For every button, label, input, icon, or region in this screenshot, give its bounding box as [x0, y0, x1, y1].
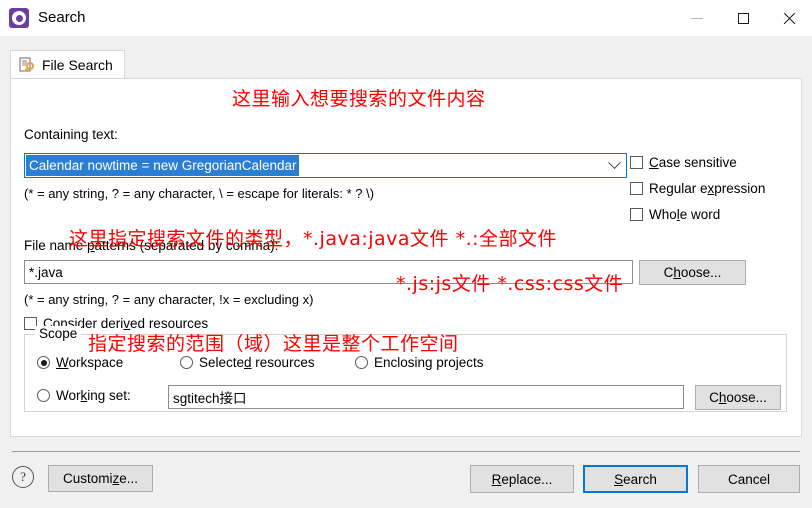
- cancel-label: Cancel: [727, 471, 771, 487]
- file-patterns-hint: (* = any string, ? = any character, !x =…: [24, 292, 314, 307]
- annotation-containing-text: 这里输入想要搜索的文件内容: [232, 88, 486, 110]
- close-button[interactable]: [766, 0, 812, 36]
- tab-strip: File Search: [10, 50, 802, 79]
- working-set-choose-button[interactable]: Choose...: [695, 385, 781, 410]
- window-controls: [674, 0, 812, 36]
- radio-enclosing-projects[interactable]: Enclosing projects: [355, 355, 484, 370]
- minimize-icon: [691, 17, 703, 19]
- minimize-button[interactable]: [674, 0, 720, 36]
- chevron-down-icon[interactable]: [604, 155, 625, 176]
- radio-workspace[interactable]: Workspace: [37, 355, 123, 370]
- customize-button[interactable]: Customize...: [48, 465, 153, 492]
- radio-button[interactable]: [37, 356, 50, 369]
- radio-label: Working set:: [56, 388, 131, 403]
- scope-group-title: Scope: [35, 326, 82, 341]
- checkbox-label: Case sensitive: [649, 155, 737, 170]
- radio-selected-resources[interactable]: Selected resources: [180, 355, 315, 370]
- file-search-icon: [19, 57, 35, 73]
- working-set-value: sgtitech接口: [173, 391, 247, 406]
- checkbox-box[interactable]: [630, 156, 643, 169]
- maximize-button[interactable]: [720, 0, 766, 36]
- radio-label: Selected resources: [199, 355, 315, 370]
- radio-button[interactable]: [37, 389, 50, 402]
- radio-label: Enclosing projects: [374, 355, 484, 370]
- containing-text-combo[interactable]: Calendar nowtime = new GregorianCalendar: [24, 153, 627, 178]
- radio-working-set[interactable]: Working set:: [37, 388, 131, 403]
- footer-separator: [12, 451, 800, 452]
- checkbox-whole-word[interactable]: Whole word: [630, 207, 720, 222]
- annotation-scope: 指定搜索的范围（域）这里是整个工作空间: [88, 333, 459, 355]
- radio-label: Workspace: [56, 355, 124, 370]
- working-set-choose-label: Choose...: [709, 390, 767, 405]
- containing-text-label: Containing text:: [24, 127, 118, 142]
- search-button[interactable]: Search: [583, 465, 688, 493]
- tab-label: File Search: [42, 57, 113, 73]
- checkbox-label: Whole word: [649, 207, 721, 222]
- working-set-input[interactable]: sgtitech接口: [168, 385, 684, 409]
- containing-text-hint: (* = any string, ? = any character, \ = …: [24, 186, 375, 201]
- search-label: Search: [614, 471, 657, 487]
- checkbox-box[interactable]: [630, 208, 643, 221]
- radio-button[interactable]: [355, 356, 368, 369]
- checkbox-regular-expression[interactable]: Regular expression: [630, 181, 765, 196]
- replace-button[interactable]: Replace...: [470, 465, 574, 493]
- title-bar: Search: [0, 0, 812, 36]
- containing-text-value[interactable]: Calendar nowtime = new GregorianCalendar: [26, 155, 299, 176]
- help-glyph: ?: [20, 469, 26, 484]
- file-search-panel: Containing text: Calendar nowtime = new …: [10, 78, 802, 437]
- search-gear-icon: [9, 8, 29, 28]
- checkbox-case-sensitive[interactable]: Case sensitive: [630, 155, 737, 170]
- replace-label: Replace...: [491, 471, 553, 487]
- file-patterns-value: *.java: [29, 264, 63, 280]
- annotation-file-patterns: 这里指定搜索文件的类型，*.java:java文件 *.:全部文件: [69, 228, 558, 250]
- patterns-choose-button[interactable]: Choose...: [639, 260, 746, 285]
- customize-label: Customize...: [62, 471, 139, 486]
- maximize-icon: [737, 12, 749, 24]
- checkbox-label: Regular expression: [649, 181, 766, 196]
- cancel-button[interactable]: Cancel: [698, 465, 800, 493]
- tab-file-search[interactable]: File Search: [10, 50, 125, 79]
- search-dialog: Search File Search Containing text: Cale…: [0, 0, 812, 508]
- radio-button[interactable]: [180, 356, 193, 369]
- patterns-choose-label: Choose...: [663, 265, 722, 280]
- window-title: Search: [38, 9, 86, 26]
- help-icon[interactable]: ?: [12, 466, 34, 488]
- dialog-footer: ? Customize... Replace... Search Cancel: [0, 451, 812, 508]
- checkbox-box[interactable]: [630, 182, 643, 195]
- annotation-more-patterns: *.js:js文件 *.css:css文件: [396, 273, 624, 295]
- close-icon: [782, 11, 796, 25]
